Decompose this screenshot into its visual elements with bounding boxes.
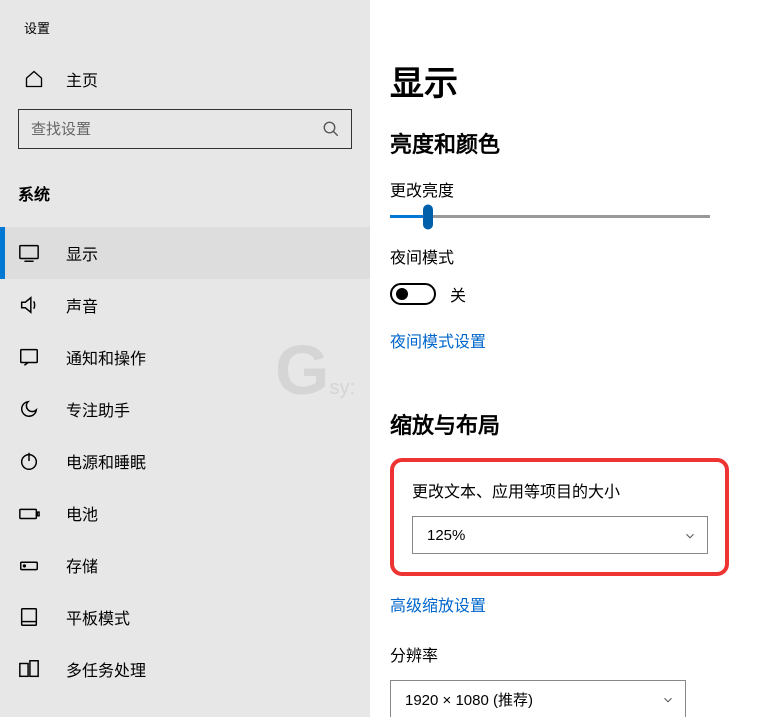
nav-item-display[interactable]: 显示 [0, 227, 370, 279]
resolution-select[interactable]: 1920 × 1080 (推荐) [390, 680, 686, 717]
nav-label: 声音 [66, 293, 98, 317]
nav-label: 平板模式 [66, 605, 130, 629]
nav-label: 通知和操作 [66, 345, 146, 369]
nav-label: 存储 [66, 553, 98, 577]
nav-list: 显示 声音 通知和操作 专注助手 电源和睡眠 电池 存储 平板模式 [0, 227, 370, 695]
page-title: 显示 [390, 56, 729, 105]
nav-item-storage[interactable]: 存储 [0, 539, 370, 591]
home-link[interactable]: 主页 [0, 67, 370, 91]
night-mode-row: 关 [390, 282, 729, 306]
brightness-section-title: 亮度和颜色 [390, 127, 729, 159]
sidebar: 设置 主页 系统 显示 声音 通知和操作 专注助手 电源和睡 [0, 0, 370, 717]
category-label: 系统 [0, 181, 370, 205]
nav-item-focus[interactable]: 专注助手 [0, 383, 370, 435]
advanced-scale-link[interactable]: 高级缩放设置 [390, 592, 486, 616]
nav-label: 电源和睡眠 [66, 449, 146, 473]
storage-icon [18, 554, 40, 576]
resolution-label: 分辨率 [390, 642, 729, 666]
night-mode-label: 夜间模式 [390, 244, 729, 268]
toggle-knob [396, 288, 408, 300]
slider-thumb[interactable] [423, 204, 433, 229]
scale-highlight-box: 更改文本、应用等项目的大小 125% [390, 458, 729, 576]
brightness-label: 更改亮度 [390, 177, 729, 201]
search-input[interactable] [18, 109, 352, 149]
sound-icon [18, 294, 40, 316]
power-icon [18, 450, 40, 472]
slider-track [390, 215, 710, 218]
scale-section-title: 缩放与布局 [390, 408, 729, 440]
nav-label: 专注助手 [66, 397, 130, 421]
home-label: 主页 [66, 67, 98, 91]
chevron-down-icon [683, 529, 695, 541]
notifications-icon [18, 346, 40, 368]
tablet-icon [18, 606, 40, 628]
scale-select[interactable]: 125% [412, 516, 708, 554]
main-content: 显示 亮度和颜色 更改亮度 夜间模式 关 夜间模式设置 缩放与布局 更改文本、应… [370, 0, 759, 717]
brightness-slider[interactable] [390, 215, 729, 218]
night-mode-state: 关 [450, 282, 466, 306]
nav-label: 显示 [66, 241, 98, 265]
scale-value: 125% [427, 527, 465, 544]
scale-label: 更改文本、应用等项目的大小 [412, 478, 707, 502]
chevron-down-icon [661, 693, 673, 705]
nav-item-power[interactable]: 电源和睡眠 [0, 435, 370, 487]
nav-label: 多任务处理 [66, 657, 146, 681]
search-icon [322, 120, 340, 138]
search-wrap [18, 109, 352, 149]
resolution-value: 1920 × 1080 (推荐) [405, 689, 533, 710]
home-icon [24, 69, 44, 89]
nav-item-tablet[interactable]: 平板模式 [0, 591, 370, 643]
nav-item-notifications[interactable]: 通知和操作 [0, 331, 370, 383]
focus-icon [18, 398, 40, 420]
nav-item-sound[interactable]: 声音 [0, 279, 370, 331]
nav-item-multitask[interactable]: 多任务处理 [0, 643, 370, 695]
display-icon [18, 242, 40, 264]
nav-item-battery[interactable]: 电池 [0, 487, 370, 539]
night-mode-toggle[interactable] [390, 283, 436, 305]
app-title: 设置 [0, 18, 370, 37]
night-mode-settings-link[interactable]: 夜间模式设置 [390, 328, 486, 352]
nav-label: 电池 [66, 501, 98, 525]
multitask-icon [18, 658, 40, 680]
battery-icon [18, 502, 40, 524]
